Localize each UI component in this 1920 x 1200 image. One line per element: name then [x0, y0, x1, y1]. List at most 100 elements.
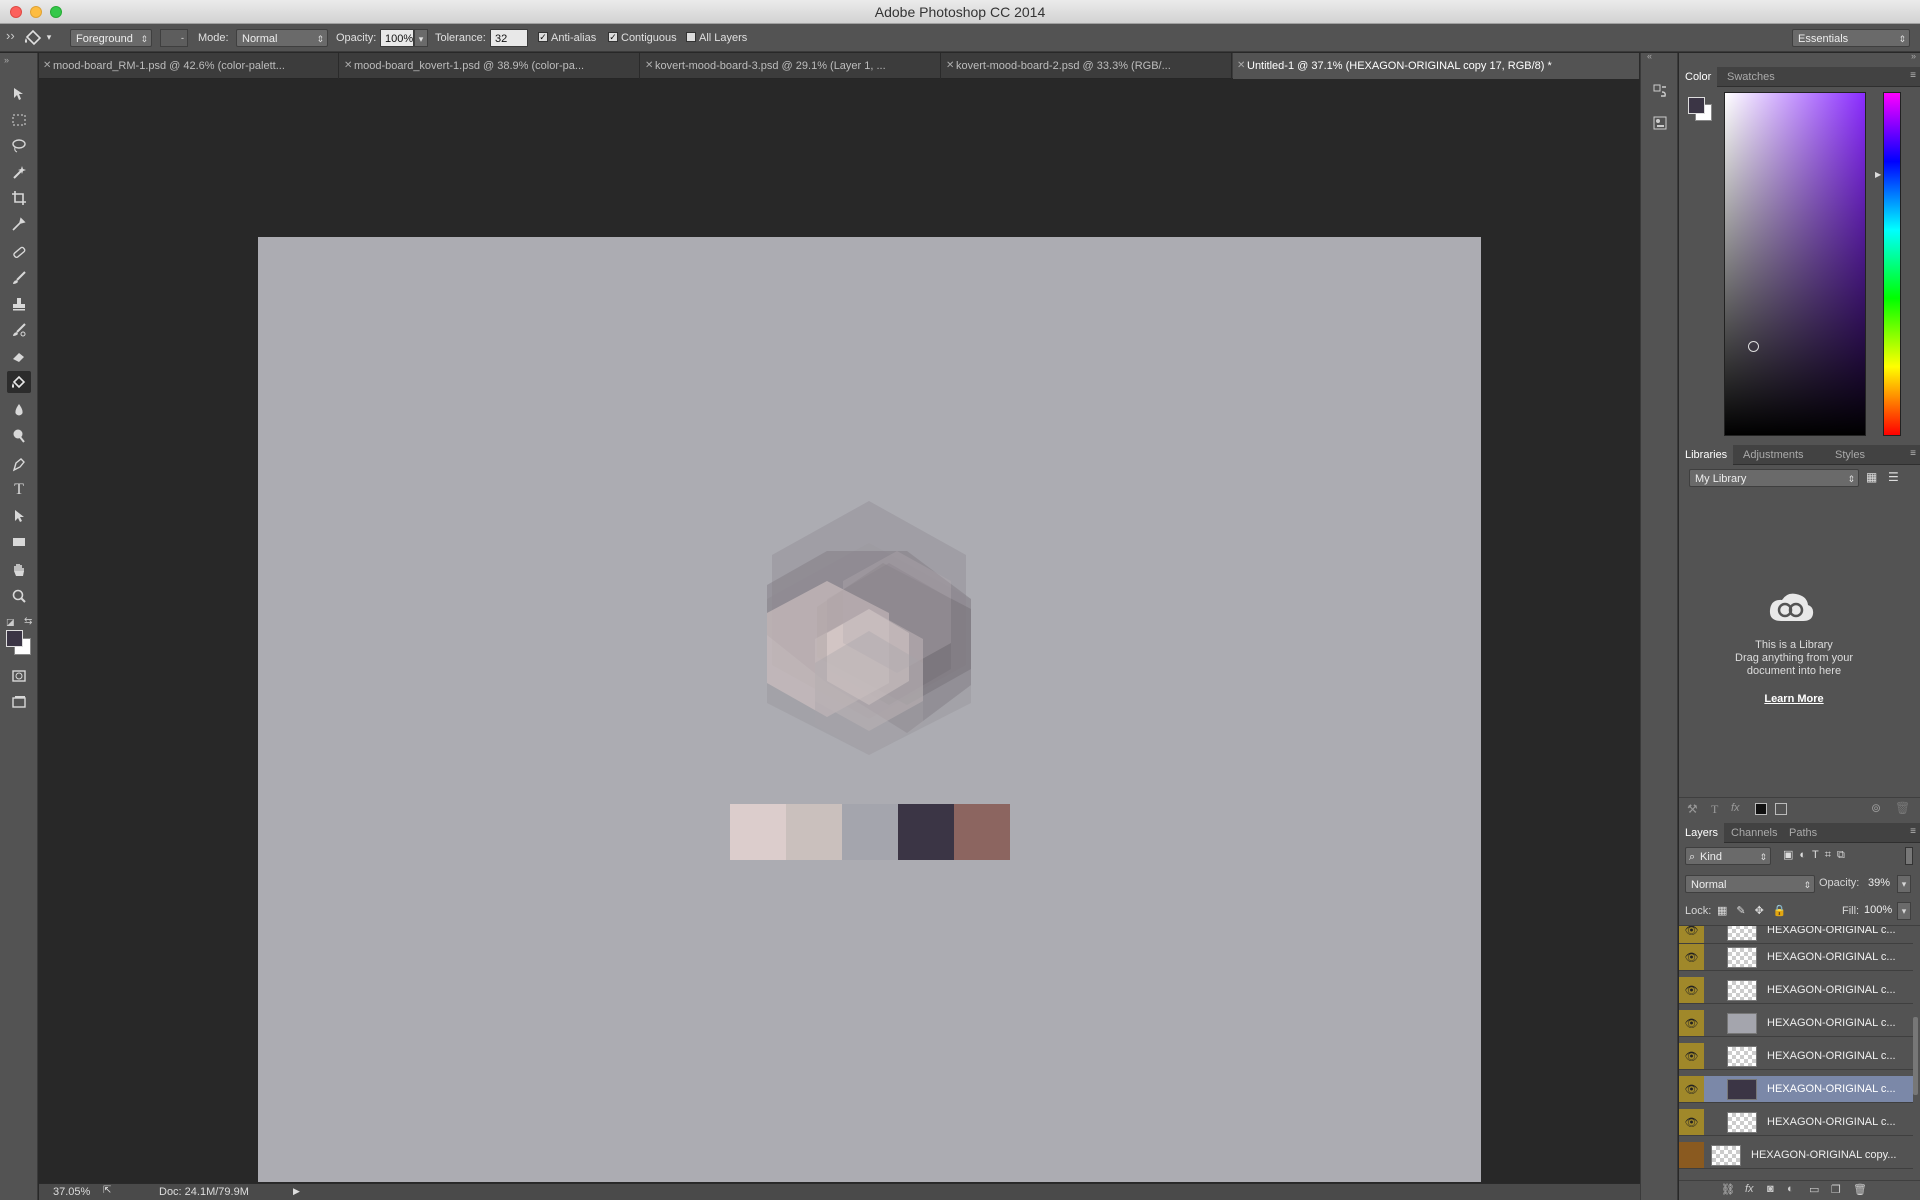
add-character-style-icon[interactable]: T	[1711, 802, 1718, 817]
properties-panel-icon[interactable]	[1650, 113, 1670, 133]
hand-tool-icon[interactable]	[7, 559, 31, 581]
lasso-tool-icon[interactable]	[7, 135, 31, 157]
toolbar-collapse-icon[interactable]: »	[4, 55, 9, 65]
panel-menu-icon[interactable]: ≡	[1910, 70, 1916, 81]
adjustment-layer-icon[interactable]: ◐	[1787, 1183, 1794, 1195]
tab-libraries[interactable]: Libraries	[1679, 445, 1734, 465]
document-canvas[interactable]	[258, 237, 1481, 1182]
visibility-eye-icon[interactable]: 👁	[1679, 1043, 1704, 1069]
dodge-tool-icon[interactable]	[7, 425, 31, 447]
type-tool-icon[interactable]: T	[7, 479, 31, 501]
tolerance-input[interactable]: 32	[490, 29, 528, 47]
zoom-level[interactable]: 37.05%	[53, 1186, 90, 1198]
layer-opacity-input[interactable]: 39%	[1864, 875, 1894, 893]
status-menu-arrow-icon[interactable]: ▶	[293, 1186, 300, 1197]
healing-brush-tool-icon[interactable]	[7, 241, 31, 263]
filter-toggle-switch[interactable]	[1905, 847, 1913, 865]
layer-mask-icon[interactable]: ◙	[1767, 1183, 1774, 1195]
tab-paths[interactable]: Paths	[1783, 823, 1823, 843]
history-brush-tool-icon[interactable]	[7, 319, 31, 341]
tab-mood-board-rm-1[interactable]: ✕ mood-board_RM-1.psd @ 42.6% (color-pale…	[39, 53, 339, 79]
tab-layers[interactable]: Layers	[1679, 823, 1725, 843]
opacity-slider-toggle[interactable]: ▾	[414, 29, 428, 47]
fill-input[interactable]: 100%	[1864, 904, 1894, 916]
tool-preset-picker[interactable]: ▾	[22, 26, 52, 48]
tab-color[interactable]: Color	[1679, 67, 1718, 87]
grid-view-icon[interactable]: ▦	[1866, 470, 1882, 486]
crop-tool-icon[interactable]	[7, 187, 31, 209]
layer-row[interactable]: 👁 HEXAGON-ORIGINAL c...	[1679, 1043, 1913, 1070]
path-selection-tool-icon[interactable]	[7, 505, 31, 527]
layer-row-selected[interactable]: 👁 HEXAGON-ORIGINAL c...	[1679, 1076, 1913, 1103]
color-picker-cursor[interactable]	[1748, 341, 1759, 352]
fill-slider-toggle[interactable]: ▾	[1897, 902, 1911, 920]
collapse-dock-icon[interactable]: »	[1911, 51, 1916, 61]
history-panel-icon[interactable]	[1650, 81, 1670, 101]
sync-icon[interactable]: ⊚	[1871, 801, 1881, 815]
new-layer-icon[interactable]: ❐	[1831, 1183, 1841, 1196]
lock-options-icons[interactable]: ▦✎✥🔒	[1717, 904, 1796, 917]
color-picker-field[interactable]	[1724, 92, 1866, 436]
visibility-eye-icon[interactable]: 👁	[1679, 977, 1704, 1003]
visibility-eye-icon[interactable]: 👁	[1679, 1076, 1704, 1102]
eyedropper-tool-icon[interactable]	[7, 213, 31, 235]
tab-mood-board-kovert-1[interactable]: ✕ mood-board_kovert-1.psd @ 38.9% (color-…	[340, 53, 640, 79]
panel-collapse-icon[interactable]: ››	[6, 27, 15, 45]
foreground-color-swatch[interactable]	[6, 630, 23, 647]
brush-tool-icon[interactable]	[7, 267, 31, 289]
eraser-tool-icon[interactable]	[7, 345, 31, 367]
screen-mode-icon[interactable]	[7, 691, 31, 713]
rectangle-tool-icon[interactable]	[7, 531, 31, 553]
layer-filter-select[interactable]: ⌕ Kind	[1685, 847, 1771, 866]
tab-kovert-mood-board-2[interactable]: ✕ kovert-mood-board-2.psd @ 33.3% (RGB/..…	[942, 53, 1232, 79]
hue-slider-marker-icon[interactable]: ▶	[1875, 170, 1881, 179]
zoom-tool-icon[interactable]	[7, 585, 31, 607]
link-layers-icon[interactable]: ⛓	[1721, 1183, 1735, 1196]
tab-channels[interactable]: Channels	[1725, 823, 1783, 843]
layer-row[interactable]: 👁 HEXAGON-ORIGINAL c...	[1679, 977, 1913, 1004]
all-layers-checkbox[interactable]: All Layers	[686, 29, 747, 47]
magic-wand-tool-icon[interactable]	[7, 161, 31, 183]
hue-slider[interactable]	[1883, 92, 1901, 436]
add-foreground-color-icon[interactable]	[1755, 803, 1767, 815]
close-icon[interactable]: ✕	[344, 53, 352, 79]
marquee-tool-icon[interactable]	[7, 109, 31, 131]
pen-tool-icon[interactable]	[7, 453, 31, 475]
panel-menu-icon[interactable]: ≡	[1910, 826, 1916, 837]
mode-select[interactable]: Normal	[236, 29, 328, 48]
close-icon[interactable]: ✕	[1237, 53, 1245, 79]
learn-more-link[interactable]: Learn More	[1679, 693, 1909, 705]
tab-kovert-mood-board-3[interactable]: ✕ kovert-mood-board-3.psd @ 29.1% (Layer …	[641, 53, 941, 79]
workspace-select[interactable]: Essentials	[1792, 29, 1910, 48]
layer-style-icon[interactable]: fx	[1745, 1183, 1754, 1195]
add-graphic-icon[interactable]: ⚒	[1687, 802, 1698, 816]
visibility-eye-icon[interactable]: 👁	[1679, 1109, 1704, 1135]
pattern-picker[interactable]: -	[160, 29, 188, 47]
tab-adjustments[interactable]: Adjustments	[1737, 445, 1810, 465]
anti-alias-checkbox[interactable]: ✓ Anti-alias	[538, 29, 596, 47]
layer-row[interactable]: HEXAGON-ORIGINAL copy...	[1679, 1142, 1913, 1169]
blend-mode-select[interactable]: Normal	[1685, 875, 1815, 894]
close-icon[interactable]: ✕	[946, 53, 954, 79]
share-icon[interactable]: ⇱	[103, 1185, 111, 1196]
layers-scrollbar[interactable]	[1913, 1017, 1918, 1095]
expand-panels-icon[interactable]: «	[1647, 51, 1652, 61]
close-icon[interactable]: ✕	[645, 53, 653, 79]
tab-styles[interactable]: Styles	[1829, 445, 1871, 465]
layer-filter-icons[interactable]: ▣◐T⌗⧉	[1783, 848, 1851, 862]
contiguous-checkbox[interactable]: ✓ Contiguous	[608, 29, 677, 47]
canvas-workspace[interactable]	[39, 80, 1640, 1183]
layer-row[interactable]: 👁 HEXAGON-ORIGINAL c...	[1679, 1109, 1913, 1136]
layer-opacity-slider-toggle[interactable]: ▾	[1897, 875, 1911, 893]
trash-icon[interactable]: 🗑	[1895, 801, 1910, 815]
layer-row[interactable]: 👁 HEXAGON-ORIGINAL c...	[1679, 944, 1913, 971]
quick-mask-icon[interactable]	[7, 665, 31, 687]
blur-tool-icon[interactable]	[7, 399, 31, 421]
move-tool-icon[interactable]	[7, 83, 31, 105]
add-layer-style-icon[interactable]: fx	[1731, 802, 1740, 814]
visibility-eye-icon[interactable]: 👁	[1679, 944, 1704, 970]
swap-colors-icon[interactable]: ⇆	[24, 616, 32, 627]
color-panel-foreground-swatch[interactable]	[1688, 97, 1705, 114]
visibility-box[interactable]	[1679, 1142, 1704, 1168]
layer-row[interactable]: 👁 HEXAGON-ORIGINAL c...	[1679, 1010, 1913, 1037]
